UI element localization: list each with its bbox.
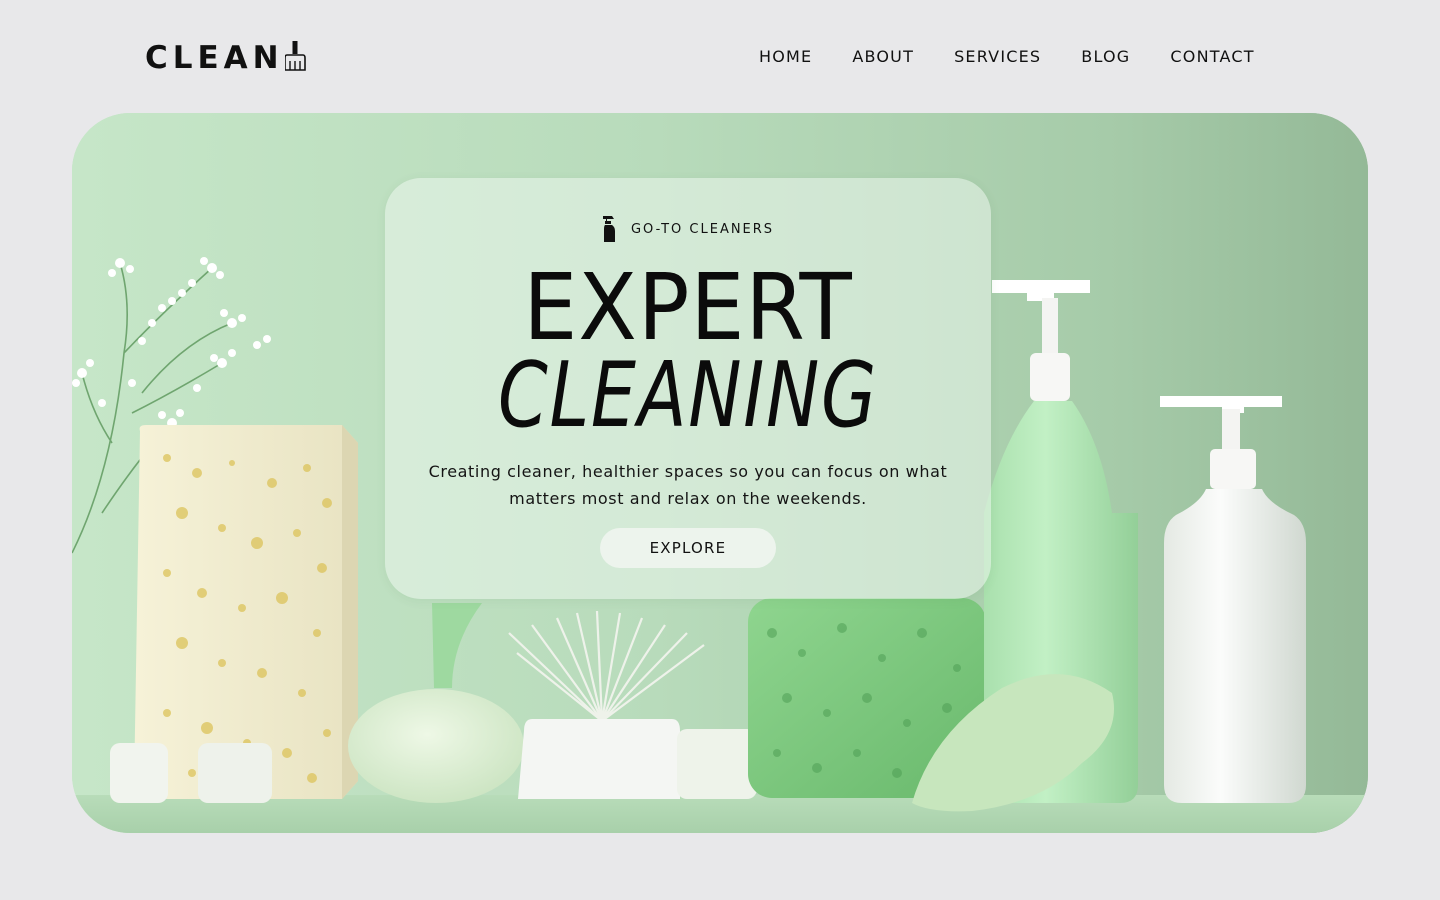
nav-contact[interactable]: CONTACT bbox=[1170, 44, 1254, 70]
nav-blog[interactable]: BLOG bbox=[1081, 44, 1130, 70]
hero-section: GO-TO CLEANERS EXPERT CLEANING Creating … bbox=[72, 113, 1368, 833]
logo-text: CLEAN bbox=[145, 40, 284, 76]
nav-services[interactable]: SERVICES bbox=[954, 44, 1041, 70]
broom-icon bbox=[284, 41, 306, 71]
site-header: CLEAN HOME ABOUT SERVICES BLOG CONTACT bbox=[0, 0, 1440, 113]
hero-title-line2-text: CLEANING bbox=[497, 343, 879, 448]
hero-title-line1: EXPERT bbox=[523, 254, 853, 361]
main-nav: HOME ABOUT SERVICES BLOG CONTACT bbox=[759, 44, 1295, 70]
explore-button[interactable]: EXPLORE bbox=[600, 528, 776, 568]
spray-bottle-icon bbox=[602, 216, 615, 242]
hero-title-line2: CLEANING bbox=[421, 348, 954, 444]
hero-kicker: GO-TO CLEANERS bbox=[385, 215, 991, 242]
hero-card: GO-TO CLEANERS EXPERT CLEANING Creating … bbox=[385, 178, 991, 599]
logo[interactable]: CLEAN bbox=[145, 38, 307, 78]
nav-home[interactable]: HOME bbox=[759, 44, 812, 70]
hero-kicker-text: GO-TO CLEANERS bbox=[630, 222, 775, 237]
hero-description: Creating cleaner, healthier spaces so yo… bbox=[428, 462, 948, 508]
nav-about[interactable]: ABOUT bbox=[852, 44, 914, 70]
